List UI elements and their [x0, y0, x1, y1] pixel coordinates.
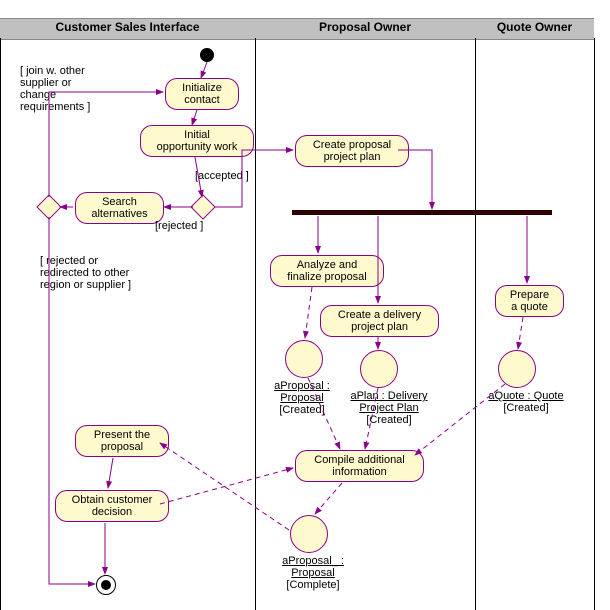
activity-diagram: Customer Sales Interface Proposal Owner …: [0, 0, 610, 610]
flow-layer: [0, 0, 610, 610]
